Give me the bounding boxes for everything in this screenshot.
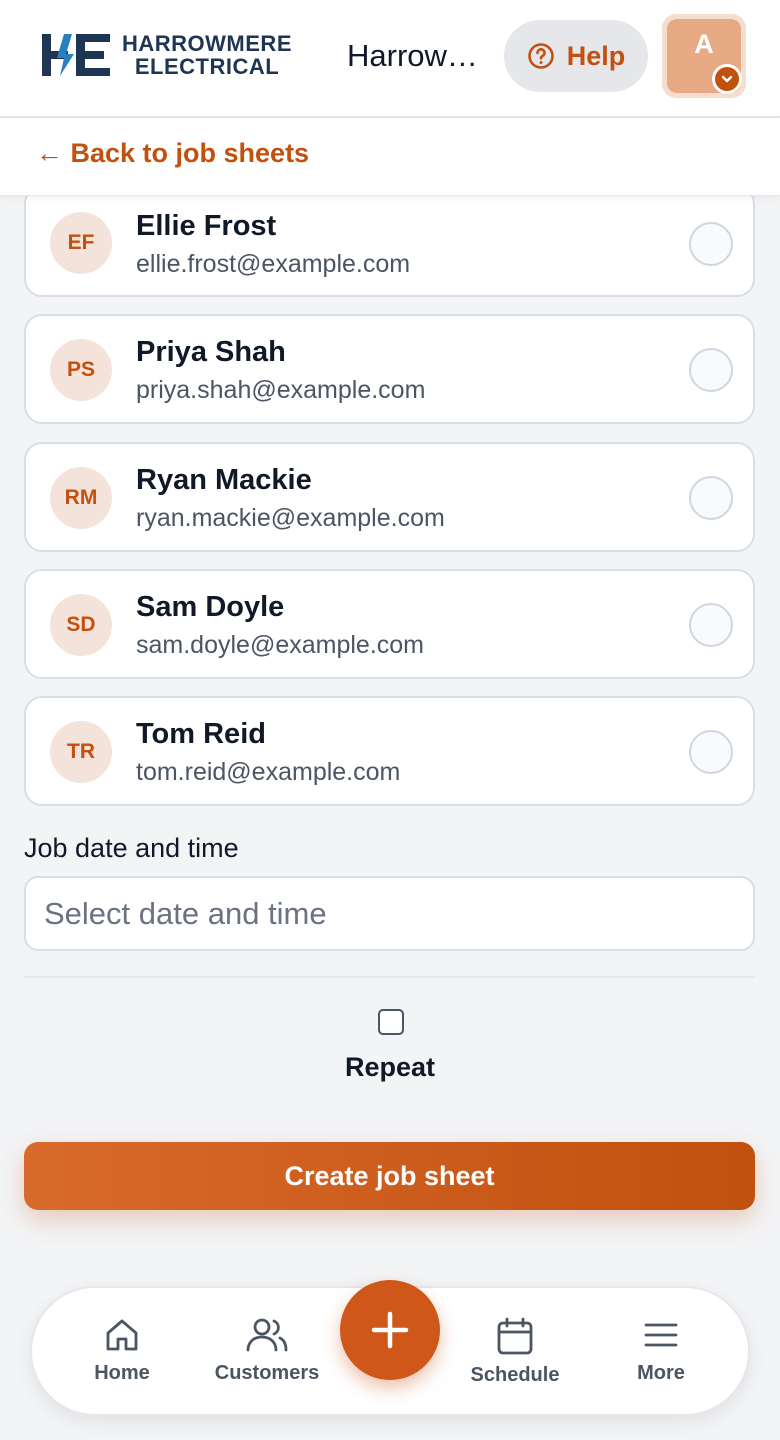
nav-schedule-label: Schedule bbox=[470, 1364, 560, 1386]
help-button[interactable]: Help bbox=[504, 20, 648, 92]
repeat-checkbox[interactable] bbox=[378, 1009, 404, 1035]
company-name: Harrowmere Electrical bbox=[347, 38, 487, 73]
avatar-initial: A bbox=[694, 29, 714, 59]
nav-customers-label: Customers bbox=[214, 1362, 320, 1384]
avatar: SD bbox=[50, 594, 112, 656]
member-name: Tom Reid bbox=[136, 718, 266, 750]
member-select-radio[interactable] bbox=[689, 476, 733, 520]
member-select-radio[interactable] bbox=[689, 222, 733, 266]
member-name: Sam Doyle bbox=[136, 591, 285, 623]
member-select-radio[interactable] bbox=[689, 348, 733, 392]
app-header: HARROWMERE ELECTRICAL Harrowmere Electri… bbox=[0, 0, 780, 118]
member-email: priya.shah@example.com bbox=[136, 376, 426, 404]
member-email: ellie.frost@example.com bbox=[136, 250, 411, 278]
menu-icon bbox=[644, 1323, 678, 1347]
member-card-tom-reid[interactable]: TR Tom Reid tom.reid@example.com bbox=[24, 696, 755, 806]
divider bbox=[24, 976, 755, 978]
repeat-label: Repeat bbox=[344, 1052, 436, 1082]
logo-wordmark: HARROWMERE ELECTRICAL bbox=[122, 32, 292, 78]
member-name: Priya Shah bbox=[136, 336, 286, 368]
logo-line2: ELECTRICAL bbox=[134, 54, 280, 79]
logo-line1: HARROWMERE bbox=[122, 31, 292, 56]
nav-schedule[interactable]: Schedule bbox=[450, 1316, 580, 1387]
avatar: TR bbox=[50, 721, 112, 783]
member-card-ryan-mackie[interactable]: RM Ryan Mackie ryan.mackie@example.com bbox=[24, 442, 755, 552]
nav-home[interactable]: Home bbox=[57, 1316, 187, 1385]
avatar: RM bbox=[50, 467, 112, 529]
logo-mark-icon bbox=[42, 34, 110, 76]
avatar: PS bbox=[50, 339, 112, 401]
job-date-label: Job date and time bbox=[24, 833, 239, 863]
nav-customers[interactable]: Customers bbox=[202, 1316, 332, 1385]
add-button[interactable] bbox=[340, 1280, 440, 1380]
member-email: ryan.mackie@example.com bbox=[136, 504, 445, 532]
member-name: Ellie Frost bbox=[136, 210, 277, 242]
users-icon bbox=[246, 1318, 288, 1352]
nav-home-label: Home bbox=[94, 1362, 150, 1384]
back-to-job-sheets-link[interactable]: ← Back to job sheets bbox=[36, 138, 309, 169]
calendar-icon bbox=[497, 1317, 533, 1355]
member-email: sam.doyle@example.com bbox=[136, 631, 424, 659]
avatar: EF bbox=[50, 212, 112, 274]
help-circle-icon bbox=[527, 43, 554, 69]
help-label: Help bbox=[566, 40, 626, 71]
home-icon bbox=[106, 1319, 138, 1351]
member-email: tom.reid@example.com bbox=[136, 758, 401, 786]
back-bar: ← Back to job sheets bbox=[0, 118, 780, 196]
job-date-input[interactable] bbox=[24, 876, 755, 951]
nav-more-label: More bbox=[637, 1362, 685, 1384]
chevron-down-icon bbox=[712, 64, 742, 94]
member-card-priya-shah[interactable]: PS Priya Shah priya.shah@example.com bbox=[24, 314, 755, 424]
company-logo[interactable]: HARROWMERE ELECTRICAL bbox=[40, 30, 292, 80]
member-card-ellie-frost[interactable]: EF Ellie Frost ellie.frost@example.com bbox=[24, 186, 755, 297]
nav-more[interactable]: More bbox=[596, 1316, 726, 1385]
member-select-radio[interactable] bbox=[689, 730, 733, 774]
member-select-radio[interactable] bbox=[689, 603, 733, 647]
create-job-sheet-button[interactable]: Create job sheet bbox=[24, 1142, 755, 1210]
member-name: Ryan Mackie bbox=[136, 464, 312, 496]
plus-icon bbox=[371, 1311, 409, 1349]
member-card-sam-doyle[interactable]: SD Sam Doyle sam.doyle@example.com bbox=[24, 569, 755, 679]
user-avatar-button[interactable]: A bbox=[662, 14, 746, 98]
